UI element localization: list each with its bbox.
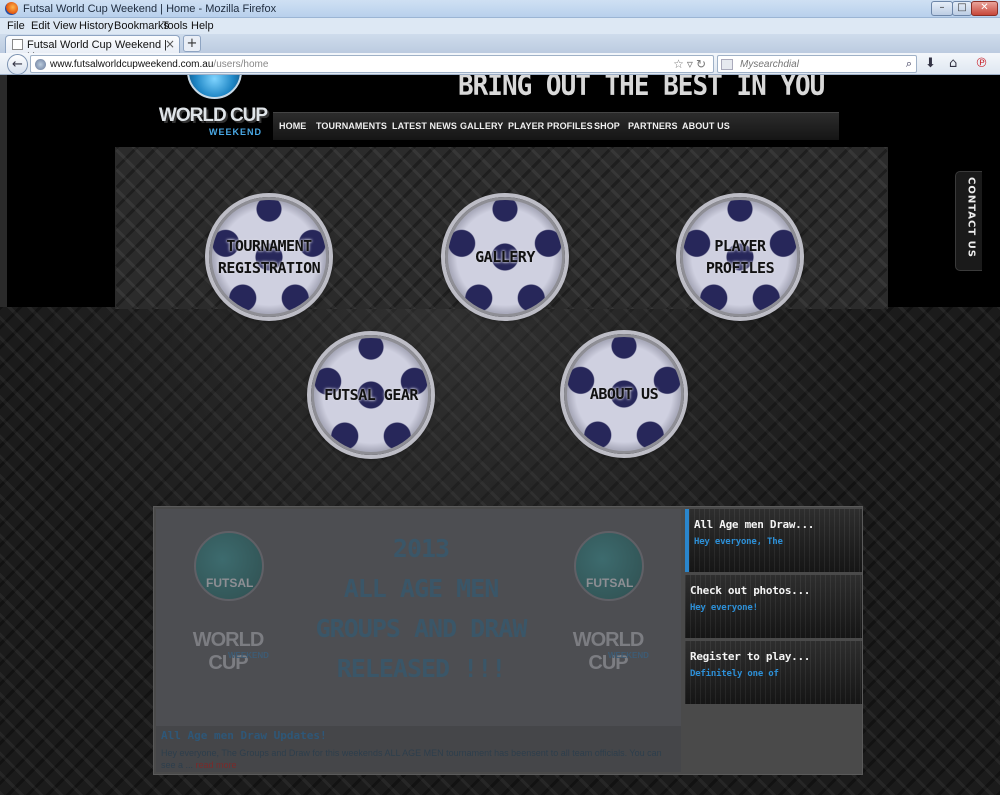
left-edge [0, 75, 7, 307]
tournament-registration-button[interactable]: TOURNAMENT REGISTRATION [209, 197, 329, 317]
ball-label: TOURNAMENT REGISTRATION [217, 237, 321, 277]
tab-bar: Futsal World Cup Weekend | Home × + [0, 34, 1000, 63]
about-us-button[interactable]: ABOUT US [564, 334, 684, 454]
maximize-button[interactable]: □ [952, 1, 972, 16]
main-navigation: HOME TOURNAMENTS LATEST NEWS GALLERY PLA… [273, 112, 839, 140]
slider-thumb-active[interactable]: All Age men Draw... Hey everyone, The [685, 509, 862, 572]
ball-label: FUTSAL GEAR [324, 386, 418, 404]
url-actions[interactable]: ☆▿↻ [673, 57, 709, 71]
nav-shop[interactable]: SHOP [594, 121, 620, 131]
search-engine-icon[interactable] [721, 59, 733, 70]
slider-thumb[interactable]: Check out photos... Hey everyone! [685, 575, 862, 638]
slide-main[interactable]: FUTSAL WORLD CUP WEEKEND FUTSAL WORLD CU… [156, 509, 681, 772]
news-slider: FUTSAL WORLD CUP WEEKEND FUTSAL WORLD CU… [153, 506, 863, 775]
ball-label: GALLERY [475, 248, 535, 266]
slide-caption: All Age men Draw Updates! Hey everyone, … [156, 726, 681, 772]
site-logo[interactable]: WORLD CUP WEEKEND [157, 75, 269, 137]
close-button[interactable]: ✕ [971, 1, 998, 16]
ball-label: PLAYER PROFILES [705, 237, 775, 277]
tab-home[interactable]: Futsal World Cup Weekend | Home × [5, 35, 180, 63]
nav-partners[interactable]: PARTNERS [628, 121, 678, 131]
page-favicon-icon [12, 39, 23, 50]
url-text[interactable]: www.futsalworldcupweekend.com.au/users/h… [50, 59, 268, 70]
site-slogan: BRING OUT THE BEST IN YOU [458, 75, 825, 103]
home-icon[interactable]: ⌂ [949, 56, 957, 71]
player-profiles-button[interactable]: PLAYER PROFILES [680, 197, 800, 317]
futsal-gear-button[interactable]: FUTSAL GEAR [311, 335, 431, 455]
pinterest-icon[interactable]: ℗ [975, 56, 988, 71]
menu-tools[interactable]: Tools [162, 20, 188, 32]
window-title: Futsal World Cup Weekend | Home - Mozill… [23, 3, 277, 15]
history-dropdown-icon[interactable]: ▿ [687, 57, 696, 71]
close-tab-icon[interactable]: × [165, 37, 175, 51]
search-go-icon[interactable]: ⌕ [906, 57, 912, 71]
minimize-button[interactable]: – [931, 1, 953, 16]
read-more-link[interactable]: read more [196, 760, 237, 770]
logo-subtext: WEEKEND [209, 127, 263, 137]
nav-home[interactable]: HOME [279, 121, 306, 131]
globe-seal-icon [194, 531, 264, 601]
globe-logo-icon [187, 75, 242, 99]
futsal-seal-left: FUTSAL WORLD CUP WEEKEND [172, 531, 284, 683]
title-bar: Futsal World Cup Weekend | Home - Mozill… [0, 0, 1000, 18]
menu-bar: File Edit View History Bookmarks Tools H… [0, 18, 1000, 34]
slide-headline: 2013 ALL AGE MEN GROUPS AND DRAW RELEASE… [315, 534, 528, 683]
nav-player-profiles[interactable]: PLAYER PROFILES [508, 121, 593, 131]
page-content: WORLD CUP WEEKEND BRING OUT THE BEST IN … [0, 75, 1000, 795]
caption-title[interactable]: All Age men Draw Updates! [161, 729, 327, 742]
contact-us-label: CONTACT US [965, 177, 977, 258]
contact-us-tab[interactable]: CONTACT US [955, 171, 982, 271]
menu-help[interactable]: Help [191, 20, 214, 32]
bookmark-star-icon[interactable]: ☆ [673, 57, 687, 71]
downloads-icon[interactable]: ⬇ [925, 56, 936, 71]
search-box[interactable]: ⌕ [717, 55, 917, 73]
site-identity-icon[interactable] [35, 59, 46, 70]
back-button[interactable]: ← [7, 54, 28, 75]
menu-view[interactable]: View [53, 20, 77, 32]
search-input[interactable] [740, 57, 895, 71]
menu-file[interactable]: File [7, 20, 25, 32]
nav-gallery[interactable]: GALLERY [460, 121, 503, 131]
reload-icon[interactable]: ↻ [696, 57, 709, 71]
menu-bookmarks[interactable]: Bookmarks [114, 20, 169, 32]
ball-label: ABOUT US [589, 385, 659, 403]
nav-about-us[interactable]: ABOUT US [682, 121, 730, 131]
slider-thumbnails: All Age men Draw... Hey everyone, The Ch… [685, 509, 862, 707]
nav-tournaments[interactable]: TOURNAMENTS [316, 121, 387, 131]
new-tab-button[interactable]: + [183, 35, 201, 52]
globe-seal-icon [574, 531, 644, 601]
menu-edit[interactable]: Edit [31, 20, 50, 32]
browser-window: Futsal World Cup Weekend | Home - Mozill… [0, 0, 1000, 795]
url-bar[interactable]: www.futsalworldcupweekend.com.au/users/h… [30, 55, 714, 73]
firefox-logo-icon [5, 2, 18, 15]
caption-body: Hey everyone, The Groups and Draw for th… [161, 748, 662, 770]
menu-history[interactable]: History [79, 20, 113, 32]
navigation-toolbar: ← www.futsalworldcupweekend.com.au/users… [0, 53, 1000, 75]
gallery-button[interactable]: GALLERY [445, 197, 565, 317]
nav-latest-news[interactable]: LATEST NEWS [392, 121, 457, 131]
logo-text: WORLD CUP [158, 105, 268, 126]
slider-thumb[interactable]: Register to play... Definitely one of [685, 641, 862, 704]
slider-thumbs-empty [685, 707, 862, 772]
futsal-seal-right: FUTSAL WORLD CUP WEEKEND [552, 531, 664, 683]
